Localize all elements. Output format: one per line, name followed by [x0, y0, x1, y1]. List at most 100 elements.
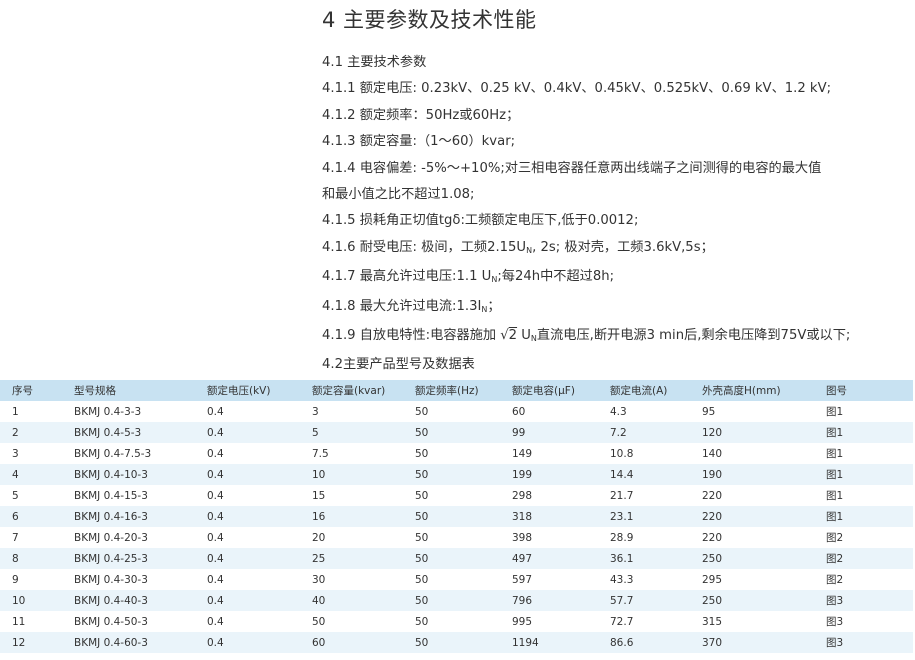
table-cell: 149: [512, 447, 533, 460]
table-cell: 250: [702, 594, 723, 607]
table-cell: 3: [312, 405, 319, 418]
table-cell: 0.4: [207, 510, 224, 523]
spec-list: 4.1 主要技术参数 4.1.1 额定电压: 0.23kV、0.25 kV、0.…: [322, 50, 907, 379]
spec-loss-tangent: 4.1.5 损耗角正切值tgδ:工频额定电压下,低于0.0012;: [322, 213, 639, 229]
table-cell: 0.4: [207, 405, 224, 418]
table-cell: 497: [512, 552, 533, 565]
table-cell: 4.3: [610, 405, 627, 418]
table-cell: 图1: [826, 469, 844, 481]
table-cell: BKMJ 0.4-20-3: [74, 531, 148, 544]
table-cell: 图1: [826, 406, 844, 418]
spec-self-discharge-unit: U: [517, 328, 531, 344]
table-cell: 60: [512, 405, 526, 418]
table-cell: 10: [12, 594, 26, 607]
table-cell: 9: [12, 573, 19, 586]
column-header: 型号规格: [74, 385, 116, 397]
spec-rated-capacity: 4.1.3 额定容量:（1～60）kvar;: [322, 134, 516, 150]
table-cell: 0.4: [207, 552, 224, 565]
table-cell: 50: [415, 615, 429, 628]
table-cell: 图3: [826, 637, 844, 649]
table-cell: 0.4: [207, 531, 224, 544]
spec-self-discharge-tail: 直流电压,断开电源3 min后,剩余电压降到75V或以下;: [536, 328, 851, 344]
table-cell: 5: [12, 489, 19, 502]
column-header: 额定频率(Hz): [415, 385, 479, 397]
table-cell: 1: [12, 405, 19, 418]
table-cell: 60: [312, 636, 326, 649]
table-cell: BKMJ 0.4-16-3: [74, 510, 148, 523]
table-cell: 7.5: [312, 447, 329, 460]
table-cell: 7.2: [610, 426, 627, 439]
table-cell: 1194: [512, 636, 539, 649]
table-cell: 50: [415, 426, 429, 439]
table-body: 1 BKMJ 0.4-3-3 0.4 3 50 60 4.3 95 图1 2 BKMJ 0.4-5-…: [0, 401, 913, 653]
sqrt-radicand: 2: [508, 328, 518, 344]
table-row: 4 BKMJ 0.4-10-3 0.4 10 50 199 14.4 190 图1: [0, 464, 913, 485]
table-cell: 50: [415, 405, 429, 418]
table-cell: 50: [415, 636, 429, 649]
table-cell: 50: [415, 573, 429, 586]
spec-max-overvoltage: 4.1.7 最高允许过电压:1.1 UN;每24h中不超过8h;: [322, 264, 907, 293]
table-cell: 11: [12, 615, 26, 628]
table-cell: 120: [702, 426, 723, 439]
table-cell: 72.7: [610, 615, 634, 628]
table-cell: 50: [415, 468, 429, 481]
table-cell: 0.4: [207, 615, 224, 628]
column-header: 外壳高度H(mm): [702, 385, 781, 397]
table-cell: 50: [312, 615, 326, 628]
table-cell: 23.1: [610, 510, 634, 523]
table-cell: 8: [12, 552, 19, 565]
table-cell: 3: [12, 447, 19, 460]
table-cell: 5: [312, 426, 319, 439]
table-cell: 220: [702, 510, 723, 523]
spec-rated-voltage: 4.1.1 额定电压: 0.23kV、0.25 kV、0.4kV、0.45kV、…: [322, 81, 832, 97]
section-heading-4-2: 4.2主要产品型号及数据表: [322, 357, 475, 373]
table-cell: 190: [702, 468, 723, 481]
table-cell: BKMJ 0.4-5-3: [74, 426, 142, 439]
table-cell: BKMJ 0.4-3-3: [74, 405, 142, 418]
product-data-table: 序号 型号规格 额定电压(kV) 额定容量(kvar) 额定频率(Hz) 额定电容(μF)…: [0, 380, 913, 653]
table-cell: 21.7: [610, 489, 634, 502]
table-cell: 28.9: [610, 531, 634, 544]
table-cell: 220: [702, 489, 723, 502]
table-cell: 0.4: [207, 489, 224, 502]
spec-self-discharge: 4.1.9 自放电特性:电容器施加 √2 UN直流电压,断开电源3 min后,剩…: [322, 323, 907, 352]
table-cell: 图2: [826, 532, 844, 544]
table-cell: 25: [312, 552, 326, 565]
table-cell: 370: [702, 636, 723, 649]
table-cell: 0.4: [207, 447, 224, 460]
table-cell: BKMJ 0.4-40-3: [74, 594, 148, 607]
table-cell: 220: [702, 531, 723, 544]
table-row: 8 BKMJ 0.4-25-3 0.4 25 50 497 36.1 250 图2: [0, 548, 913, 569]
table-cell: 图3: [826, 595, 844, 607]
table-cell: BKMJ 0.4-7.5-3: [74, 447, 152, 460]
table-cell: 14.4: [610, 468, 634, 481]
spec-withstand-voltage-tail: , 2s; 极对壳，工频3.6kV,5s；: [532, 239, 714, 255]
table-cell: 0.4: [207, 573, 224, 586]
table-cell: 30: [312, 573, 326, 586]
section-heading-4-1: 4.1 主要技术参数: [322, 55, 427, 70]
table-cell: BKMJ 0.4-15-3: [74, 489, 148, 502]
spec-max-overcurrent-tail: ；: [487, 298, 501, 314]
column-header: 额定电压(kV): [207, 385, 271, 397]
table-cell: 0.4: [207, 636, 224, 649]
table-cell: 50: [415, 447, 429, 460]
table-cell: 4: [12, 468, 19, 481]
table-cell: 796: [512, 594, 533, 607]
column-header: 额定容量(kvar): [312, 385, 386, 397]
spec-max-overvoltage-text: 4.1.7 最高允许过电压:1.1 U: [322, 269, 492, 285]
table-cell: 36.1: [610, 552, 634, 565]
table-row: 1 BKMJ 0.4-3-3 0.4 3 50 60 4.3 95 图1: [0, 401, 913, 422]
table-row: 12 BKMJ 0.4-60-3 0.4 60 50 1194 86.6 370 图3: [0, 632, 913, 653]
table-cell: 图1: [826, 448, 844, 460]
table-cell: 50: [415, 552, 429, 565]
table-cell: 250: [702, 552, 723, 565]
table-cell: 199: [512, 468, 533, 481]
table-cell: 15: [312, 489, 326, 502]
table-row: 3 BKMJ 0.4-7.5-3 0.4 7.5 50 149 10.8 140 图1: [0, 443, 913, 464]
table-header-row: 序号 型号规格 额定电压(kV) 额定容量(kvar) 额定频率(Hz) 额定电容(μF)…: [0, 380, 913, 401]
table-cell: 20: [312, 531, 326, 544]
column-header: 图号: [826, 385, 847, 397]
table-cell: 0.4: [207, 426, 224, 439]
spec-max-overcurrent: 4.1.8 最大允许过电流:1.3IN；: [322, 294, 907, 323]
table-cell: 86.6: [610, 636, 634, 649]
